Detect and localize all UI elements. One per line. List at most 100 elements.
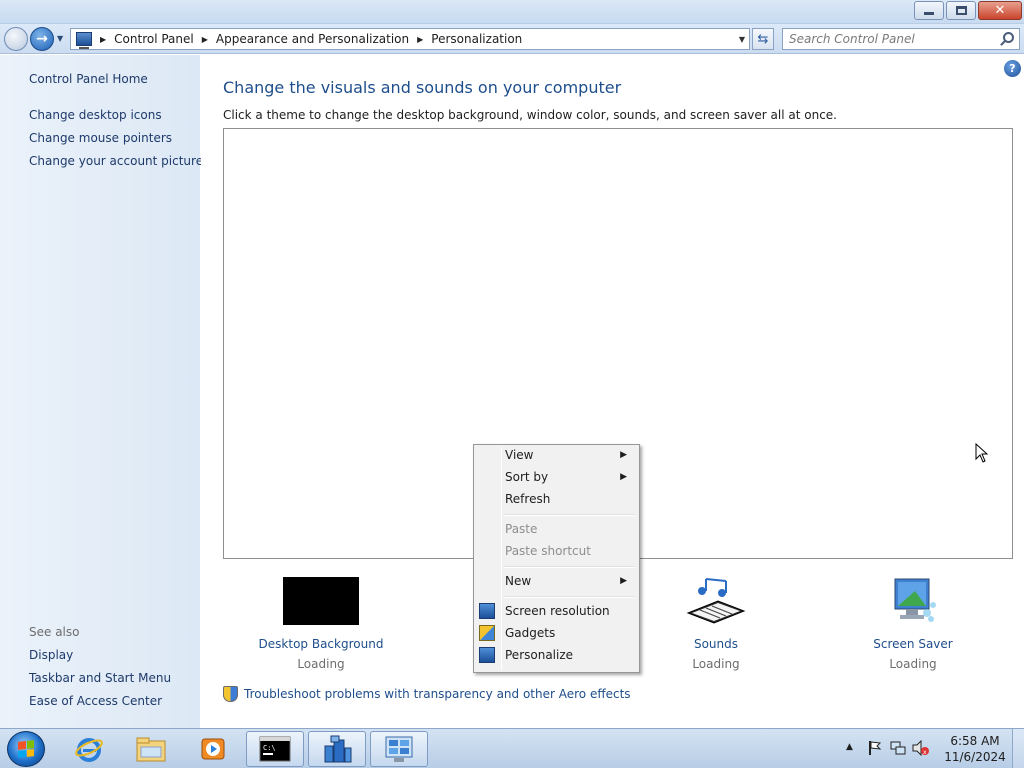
restore-icon [955,6,967,15]
breadcrumb-appearance[interactable]: Appearance and Personalization [216,32,409,46]
taskbar: C:\ ▲ x 6:58 AM 11/6/2024 [0,728,1024,768]
desktop-background-icon[interactable] [283,577,359,625]
taskbar-media-player[interactable] [184,731,242,767]
menu-item-label: Personalize [505,648,574,662]
search-icon[interactable] [1003,32,1014,43]
breadcrumb-chevron-icon[interactable]: ▶ [202,35,208,44]
breadcrumb-control-panel[interactable]: Control Panel [114,32,194,46]
change-desktop-icons-link[interactable]: Change desktop icons [29,108,162,122]
command-prompt-icon: C:\ [259,736,291,762]
caption-buttons: ✕ [912,1,1022,20]
menu-item-label: Paste shortcut [505,544,591,558]
refresh-button[interactable]: ⇆ [752,28,774,50]
menu-separator [504,566,635,568]
menu-item-gadgets[interactable]: Gadgets [476,622,637,644]
start-button[interactable] [7,731,45,767]
svg-text:x: x [923,749,927,756]
maximize-button[interactable] [946,1,976,20]
desktop-background-status: Loading [297,657,345,671]
menu-item-screen-resolution[interactable]: Screen resolution [476,600,637,622]
screen-saver-item[interactable]: Screen Saver Loading [838,577,988,671]
desktop-background-item[interactable]: Desktop Background Loading [246,577,396,671]
search-input[interactable] [783,29,993,49]
troubleshoot-link[interactable]: Troubleshoot problems with transparency … [244,687,631,701]
system-clock[interactable]: 6:58 AM 11/6/2024 [940,733,1010,765]
mouse-cursor-icon [975,443,989,463]
media-player-icon [201,738,225,760]
arrow-right-icon: → [36,31,48,47]
taskbar-server-manager[interactable] [308,731,366,767]
breadcrumb-chevron-icon[interactable]: ▶ [417,35,423,44]
recent-pages-dropdown[interactable]: ▼ [57,34,63,43]
action-center-flag-icon[interactable] [868,740,882,756]
show-hidden-icons-icon[interactable]: ▲ [846,742,853,752]
desktop-background-link[interactable]: Desktop Background [246,637,396,651]
control-panel-icon [385,736,413,762]
personalize-icon [479,647,495,663]
desktop-context-menu: View ▶ Sort by ▶ Refresh Paste Paste short… [473,444,640,673]
taskbar-command-prompt[interactable]: C:\ [246,731,304,767]
menu-item-label: Screen resolution [505,604,610,618]
back-button[interactable] [4,27,28,51]
clock-date: 11/6/2024 [944,750,1006,764]
menu-item-personalize[interactable]: Personalize [476,644,637,666]
menu-item-refresh[interactable]: Refresh [476,488,637,510]
menu-item-label: New [505,574,532,588]
menu-item-paste-shortcut[interactable]: Paste shortcut [476,540,637,562]
menu-item-paste[interactable]: Paste [476,518,637,540]
taskbar-windows-explorer[interactable] [122,731,180,767]
menu-separator [504,514,635,516]
menu-item-label: Gadgets [505,626,556,640]
sounds-icon[interactable] [678,577,754,625]
sounds-item[interactable]: Sounds Loading [641,577,791,671]
search-box[interactable] [782,28,1020,50]
sounds-status: Loading [692,657,740,671]
menu-item-new[interactable]: New ▶ [476,570,637,592]
menu-separator [504,596,635,598]
breadcrumb-personalization[interactable]: Personalization [431,32,522,46]
sounds-link[interactable]: Sounds [641,637,791,651]
gadgets-icon [479,625,495,641]
left-pane: Control Panel Home Change desktop icons … [0,55,203,728]
menu-item-sort-by[interactable]: Sort by ▶ [476,466,637,488]
taskbar-start-menu-link[interactable]: Taskbar and Start Menu [29,671,171,685]
breadcrumb-chevron-icon[interactable]: ▶ [100,35,106,44]
taskbar-internet-explorer[interactable] [60,731,118,767]
screen-saver-icon[interactable] [875,577,951,625]
close-icon: ✕ [994,3,1006,18]
monitor-icon [479,603,495,619]
control-panel-icon [76,32,92,49]
menu-item-view[interactable]: View ▶ [476,444,637,466]
page-subtitle: Click a theme to change the desktop back… [223,108,837,122]
taskbar-control-panel[interactable] [370,731,428,767]
menu-item-label: Refresh [505,492,551,506]
change-account-picture-link[interactable]: Change your account picture [29,154,203,168]
address-dropdown-icon[interactable]: ▼ [739,35,745,44]
windows-logo-icon [18,740,34,758]
menu-item-label: Sort by [505,470,549,484]
svg-text:C:\: C:\ [263,744,276,752]
minimize-button[interactable] [914,1,944,20]
notification-area: ▲ x 6:58 AM 11/6/2024 [834,729,1024,768]
refresh-icon: ⇆ [757,31,769,47]
change-mouse-pointers-link[interactable]: Change mouse pointers [29,131,172,145]
window-titlebar: ✕ [0,0,1024,24]
show-desktop-button[interactable] [1012,729,1024,768]
close-button[interactable]: ✕ [978,1,1022,20]
submenu-arrow-icon: ▶ [620,576,627,586]
network-icon[interactable] [890,740,906,756]
submenu-arrow-icon: ▶ [620,472,627,482]
help-icon[interactable]: ? [1004,60,1021,77]
submenu-arrow-icon: ▶ [620,450,627,460]
address-bar[interactable]: ▶ Control Panel ▶ Appearance and Persona… [70,28,750,50]
menu-item-label: Paste [505,522,538,536]
display-link[interactable]: Display [29,648,73,662]
volume-muted-icon[interactable]: x [912,740,930,756]
windows-explorer-icon [136,737,166,762]
ease-of-access-link[interactable]: Ease of Access Center [29,694,162,708]
forward-button[interactable]: → [30,27,54,51]
control-panel-home-link[interactable]: Control Panel Home [29,72,148,86]
troubleshoot-link-row[interactable]: Troubleshoot problems with transparency … [223,686,631,702]
screen-saver-link[interactable]: Screen Saver [838,637,988,651]
server-manager-icon [324,735,352,763]
